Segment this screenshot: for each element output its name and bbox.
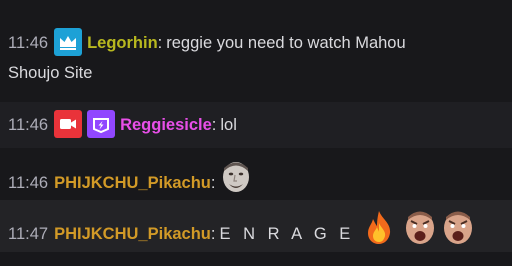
message-timestamp: 11:47 <box>8 224 49 243</box>
chat-log: 11:46 Legorhin: reggie you need to watch … <box>0 0 512 266</box>
chat-message: 11:46 Legorhin: reggie you need to watch … <box>0 27 512 92</box>
chat-message: 11:46 PHIJKCHU_Pikachu: <box>0 152 512 198</box>
message-text-continued: Shoujo Site <box>8 64 93 82</box>
message-text: E N R A G E <box>219 224 355 243</box>
fire-emote[interactable] <box>362 209 396 256</box>
chat-message: 11:46 Reggiesicle: lol <box>0 102 512 148</box>
username[interactable]: Reggiesicle <box>120 116 212 134</box>
message-text: lol <box>220 116 237 134</box>
username[interactable]: PHIJKCHU_Pikachu <box>54 174 211 192</box>
rage-face-emote[interactable] <box>402 208 438 257</box>
username[interactable]: PHIJKCHU_Pikachu <box>54 225 211 243</box>
name-separator: : <box>157 34 163 52</box>
username[interactable]: Legorhin <box>87 34 158 52</box>
kappa-face-emote[interactable] <box>219 158 253 205</box>
camera-icon[interactable] <box>54 109 83 138</box>
prime-gaming-icon[interactable] <box>87 109 116 138</box>
name-separator: : <box>210 173 216 192</box>
message-text: reggie you need to watch Mahou <box>166 34 406 52</box>
chat-message: 11:47 PHIJKCHU_Pikachu: E N R A G E <box>0 200 512 252</box>
message-timestamp: 11:46 <box>8 173 49 192</box>
message-timestamp: 11:46 <box>8 116 49 134</box>
crown-icon[interactable] <box>54 27 83 56</box>
message-timestamp: 11:46 <box>8 34 49 52</box>
name-separator: : <box>210 224 216 243</box>
rage-face-emote[interactable] <box>440 208 476 257</box>
name-separator: : <box>211 116 217 134</box>
